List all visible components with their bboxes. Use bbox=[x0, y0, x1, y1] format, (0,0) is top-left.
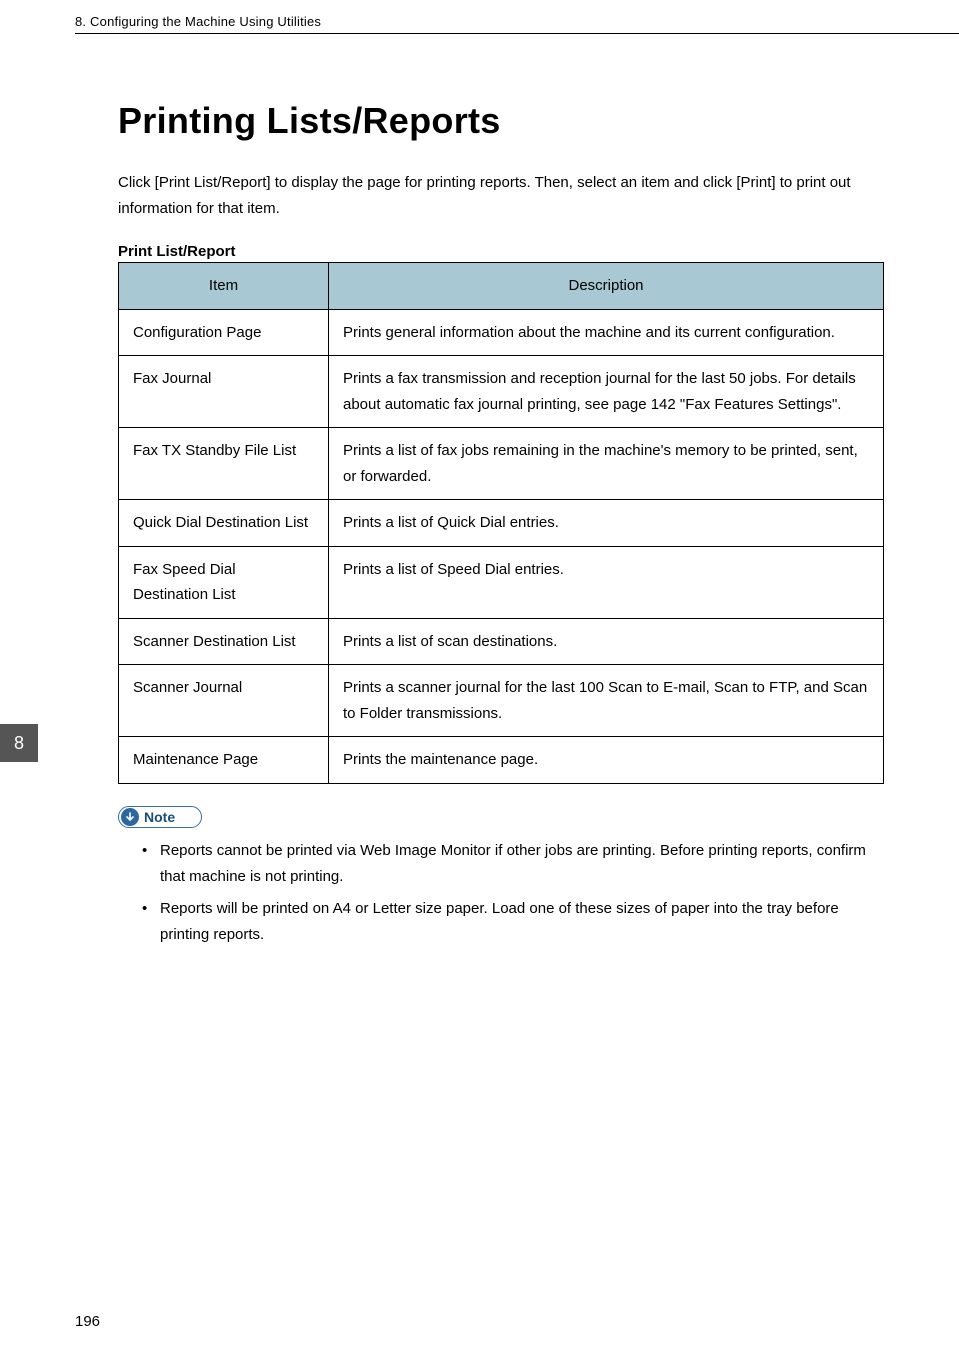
page-title: Printing Lists/Reports bbox=[118, 100, 884, 142]
cell-desc: Prints a scanner journal for the last 10… bbox=[329, 665, 884, 737]
print-list-report-table: Item Description Configuration Page Prin… bbox=[118, 262, 884, 784]
cell-item: Configuration Page bbox=[119, 309, 329, 356]
table-caption: Print List/Report bbox=[118, 243, 884, 260]
note-list: Reports cannot be printed via Web Image … bbox=[118, 828, 884, 949]
cell-item: Quick Dial Destination List bbox=[119, 500, 329, 547]
cell-item: Scanner Journal bbox=[119, 665, 329, 737]
list-item: Reports will be printed on A4 or Letter … bbox=[142, 896, 884, 949]
list-item: Reports cannot be printed via Web Image … bbox=[142, 838, 884, 891]
table-row: Fax TX Standby File List Prints a list o… bbox=[119, 428, 884, 500]
page-header: 8. Configuring the Machine Using Utiliti… bbox=[0, 0, 959, 40]
col-description: Description bbox=[329, 263, 884, 310]
cell-item: Fax Speed Dial Destination List bbox=[119, 546, 329, 618]
table-header-row: Item Description bbox=[119, 263, 884, 310]
cell-desc: Prints the maintenance page. bbox=[329, 737, 884, 784]
cell-item: Scanner Destination List bbox=[119, 618, 329, 665]
note-label-text: Note bbox=[144, 809, 175, 825]
page-number: 196 bbox=[75, 1313, 100, 1330]
table-row: Maintenance Page Prints the maintenance … bbox=[119, 737, 884, 784]
cell-item: Maintenance Page bbox=[119, 737, 329, 784]
cell-desc: Prints a list of Quick Dial entries. bbox=[329, 500, 884, 547]
note-label: Note bbox=[118, 806, 202, 828]
cell-item: Fax Journal bbox=[119, 356, 329, 428]
cell-desc: Prints a list of Speed Dial entries. bbox=[329, 546, 884, 618]
header-rule bbox=[75, 33, 959, 34]
table-row: Configuration Page Prints general inform… bbox=[119, 309, 884, 356]
chapter-tab: 8 bbox=[0, 724, 38, 762]
chapter-tab-number: 8 bbox=[14, 733, 24, 754]
page-content: Printing Lists/Reports Click [Print List… bbox=[0, 40, 959, 949]
cell-item: Fax TX Standby File List bbox=[119, 428, 329, 500]
intro-text: Click [Print List/Report] to display the… bbox=[118, 170, 884, 221]
down-arrow-icon bbox=[121, 808, 139, 826]
cell-desc: Prints a list of scan destinations. bbox=[329, 618, 884, 665]
cell-desc: Prints a fax transmission and reception … bbox=[329, 356, 884, 428]
note-block: Note Reports cannot be printed via Web I… bbox=[118, 806, 884, 949]
cell-desc: Prints general information about the mac… bbox=[329, 309, 884, 356]
table-row: Scanner Destination List Prints a list o… bbox=[119, 618, 884, 665]
cell-desc: Prints a list of fax jobs remaining in t… bbox=[329, 428, 884, 500]
table-row: Scanner Journal Prints a scanner journal… bbox=[119, 665, 884, 737]
table-row: Fax Speed Dial Destination List Prints a… bbox=[119, 546, 884, 618]
table-row: Fax Journal Prints a fax transmission an… bbox=[119, 356, 884, 428]
table-row: Quick Dial Destination List Prints a lis… bbox=[119, 500, 884, 547]
col-item: Item bbox=[119, 263, 329, 310]
chapter-label: 8. Configuring the Machine Using Utiliti… bbox=[75, 14, 321, 29]
